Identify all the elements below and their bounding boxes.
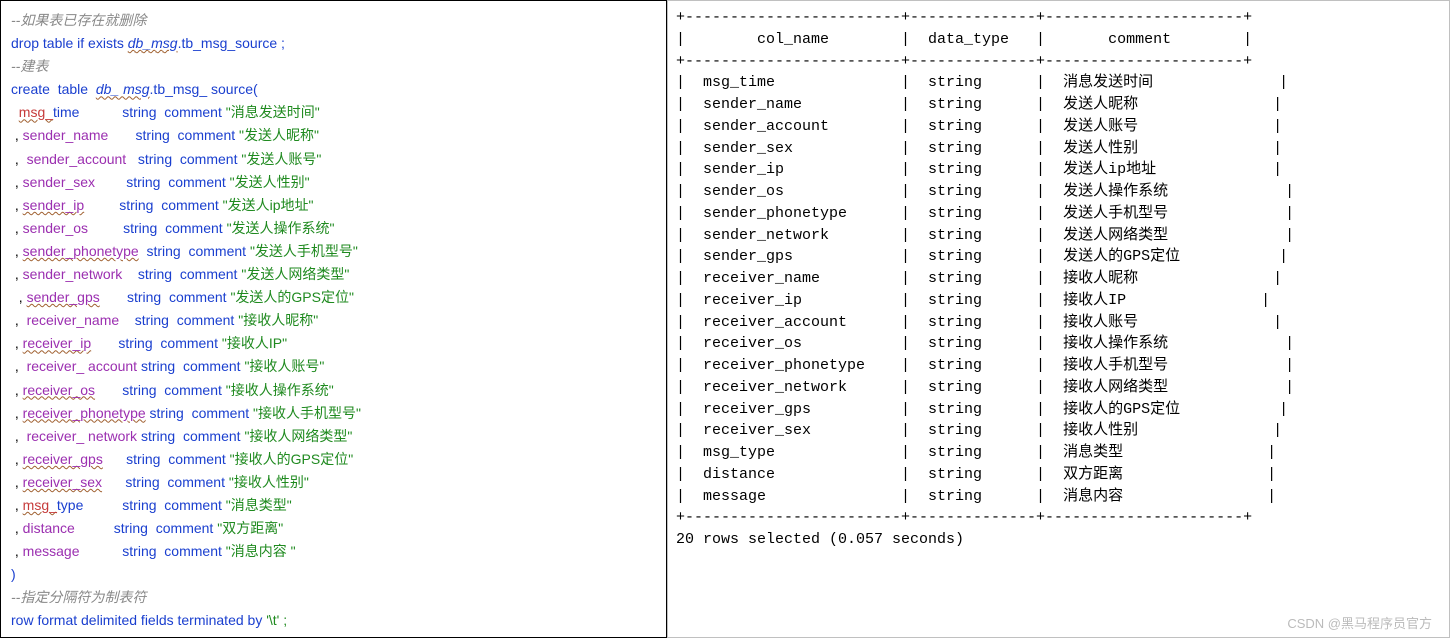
- desc-output: +------------------------+--------------…: [667, 0, 1450, 638]
- watermark: CSDN @黑马程序员官方: [1287, 613, 1432, 632]
- sql-editor: --如果表已存在就删除drop table if exists db_msg.t…: [0, 0, 667, 638]
